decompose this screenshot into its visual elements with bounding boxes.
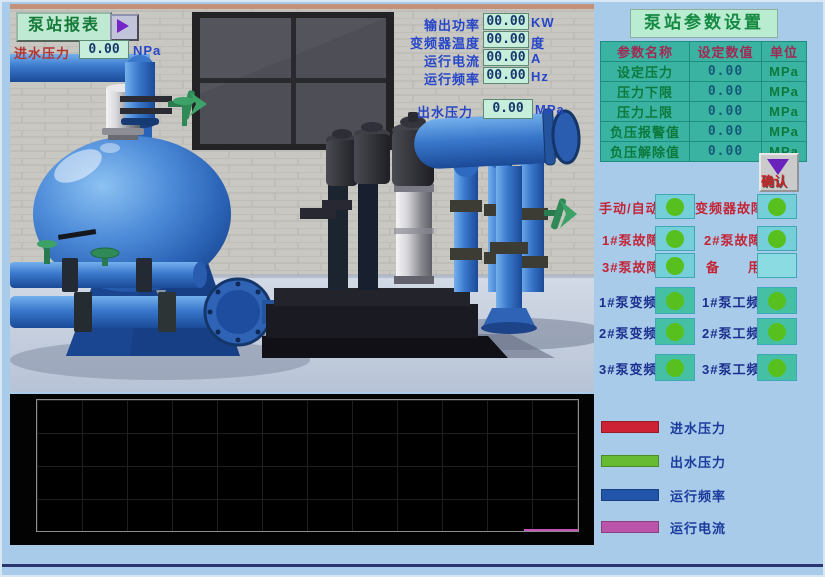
run-current-unit: A — [531, 51, 541, 66]
inlet-pressure-unit: NPa — [133, 43, 161, 58]
status-label-pump2-vfd: 2#泵变频 — [599, 323, 657, 342]
ceiling-strip — [10, 4, 594, 9]
outlet-pressure-label: 出水压力 — [417, 102, 473, 121]
lamp-icon — [768, 292, 786, 310]
param-name: 压力下限 — [601, 82, 690, 102]
lamp-icon — [768, 323, 786, 341]
settings-table: 参数名称 设定数值 单位 设定压力 0.00 MPa 压力下限 0.00 MPa… — [600, 41, 807, 162]
status-label-manual-auto: 手动/自动 — [599, 198, 660, 217]
legend-swatch-outlet — [601, 455, 659, 467]
status-label-pump1-line: 1#泵工频 — [702, 292, 760, 311]
lamp-icon — [666, 198, 684, 216]
param-value[interactable]: 0.00 — [690, 62, 762, 82]
inverter-temp-label: 变频器温度 — [392, 33, 480, 52]
table-row: 负压报警值 0.00 MPa — [601, 122, 807, 142]
run-frequency-unit: Hz — [531, 69, 549, 84]
output-power-value: 00.00 — [483, 13, 529, 30]
inlet-pressure-value: 0.00 — [79, 40, 129, 59]
status-lamp-pump1-fault — [655, 226, 695, 251]
status-label-pump3-line: 3#泵工频 — [702, 359, 760, 378]
inlet-pressure-label: 进水压力 — [14, 43, 70, 62]
param-unit: MPa — [762, 62, 807, 82]
table-row: 设定压力 0.00 MPa — [601, 62, 807, 82]
status-label-pump2-line: 2#泵工频 — [702, 323, 760, 342]
table-row: 压力上限 0.00 MPa — [601, 102, 807, 122]
status-lamp-pump2-fault — [757, 226, 797, 251]
trend-plot-area — [36, 399, 579, 532]
confirm-label: 确认 — [761, 171, 787, 190]
param-name: 负压解除值 — [601, 142, 690, 162]
legend-swatch-frequency — [601, 489, 659, 501]
param-value[interactable]: 0.00 — [690, 102, 762, 122]
status-lamp-pump3-vfd — [655, 354, 695, 381]
output-power-unit: KW — [531, 15, 555, 30]
lamp-icon — [666, 292, 684, 310]
outlet-pressure-value: 0.00 — [483, 99, 533, 119]
param-name: 压力上限 — [601, 102, 690, 122]
param-value[interactable]: 0.00 — [690, 122, 762, 142]
status-lamp-pump3-line — [757, 354, 797, 381]
lamp-icon — [768, 359, 786, 377]
param-name: 负压报警值 — [601, 122, 690, 142]
confirm-button[interactable]: 确认 — [759, 153, 799, 192]
lamp-icon — [768, 230, 786, 248]
legend-label-inlet: 进水压力 — [670, 418, 726, 437]
header-set-value: 设定数值 — [690, 42, 762, 62]
inverter-temp-unit: 度 — [531, 33, 545, 52]
status-label-pump3-fault: 3#泵故障 — [602, 257, 660, 276]
status-label-pump1-fault: 1#泵故障 — [602, 230, 660, 249]
output-power-label: 输出功率 — [392, 15, 480, 34]
table-row: 压力下限 0.00 MPa — [601, 82, 807, 102]
status-lamp-pump1-vfd — [655, 287, 695, 314]
report-button[interactable]: 泵站报表 — [16, 12, 112, 42]
settings-header-row: 参数名称 设定数值 单位 — [601, 42, 807, 62]
param-value[interactable]: 0.00 — [690, 82, 762, 102]
lamp-icon — [666, 359, 684, 377]
bottom-border — [2, 564, 823, 567]
status-label-pump1-vfd: 1#泵变频 — [599, 292, 657, 311]
status-label-pump2-fault: 2#泵故障 — [704, 230, 762, 249]
trend-chart — [10, 394, 594, 545]
status-label-vfd-fault: 变频器故障 — [695, 198, 765, 217]
lamp-icon — [768, 198, 786, 216]
status-lamp-manual-auto — [655, 194, 695, 219]
legend-swatch-current — [601, 521, 659, 533]
run-current-label: 运行电流 — [392, 51, 480, 70]
legend-label-frequency: 运行频率 — [670, 486, 726, 505]
status-lamp-spare — [757, 253, 797, 278]
lamp-icon — [768, 257, 786, 275]
inverter-temp-value: 00.00 — [483, 31, 529, 48]
header-unit: 单位 — [762, 42, 807, 62]
param-value[interactable]: 0.00 — [690, 142, 762, 162]
play-arrow-icon — [117, 19, 129, 33]
status-lamp-vfd-fault — [757, 194, 797, 219]
status-label-pump3-vfd: 3#泵变频 — [599, 359, 657, 378]
legend-label-current: 运行电流 — [670, 518, 726, 537]
lamp-icon — [666, 323, 684, 341]
param-unit: MPa — [762, 102, 807, 122]
lamp-icon — [666, 230, 684, 248]
run-current-value: 00.00 — [483, 49, 529, 66]
status-lamp-pump2-vfd — [655, 318, 695, 345]
outlet-pressure-unit: MPa — [535, 102, 565, 117]
run-frequency-value: 00.00 — [483, 67, 529, 84]
param-name: 设定压力 — [601, 62, 690, 82]
run-frequency-label: 运行频率 — [392, 69, 480, 88]
hmi-screen: 泵站报表 进水压力 0.00 NPa 输出功率 00.00 KW 变频器温度 0… — [0, 0, 825, 577]
legend-label-outlet: 出水压力 — [670, 452, 726, 471]
param-unit: MPa — [762, 82, 807, 102]
status-lamp-pump3-fault — [655, 253, 695, 278]
report-nav-button[interactable] — [110, 14, 139, 41]
run-current-trace — [524, 529, 578, 531]
header-param-name: 参数名称 — [601, 42, 690, 62]
status-lamp-pump1-line — [757, 287, 797, 314]
param-unit: MPa — [762, 122, 807, 142]
legend-swatch-inlet — [601, 421, 659, 433]
status-lamp-pump2-line — [757, 318, 797, 345]
lamp-icon — [666, 257, 684, 275]
settings-panel-title: 泵站参数设置 — [630, 9, 778, 38]
